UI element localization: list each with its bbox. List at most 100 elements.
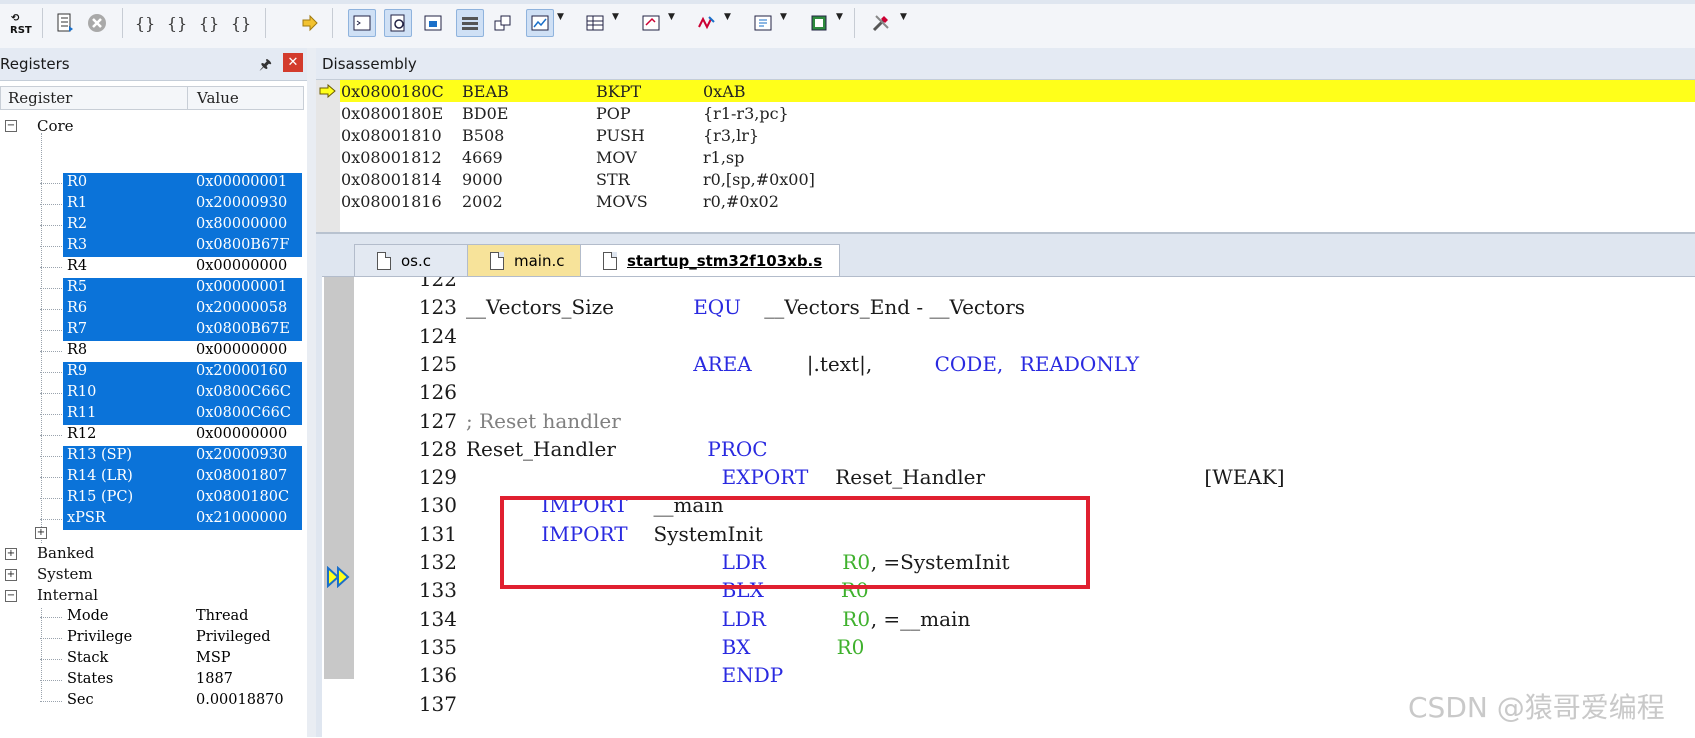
- register-row[interactable]: R10 0x0800C66C: [0, 383, 302, 404]
- register-value[interactable]: 0x00000001: [196, 279, 287, 295]
- disassembly-row[interactable]: 0x08001816 2002 MOVS r0,#0x02: [340, 190, 1695, 212]
- code-line[interactable]: 124: [354, 324, 1695, 352]
- register-value[interactable]: 0x20000058: [196, 300, 287, 316]
- register-row[interactable]: R8 0x00000000: [0, 341, 302, 362]
- close-icon[interactable]: ✕: [283, 53, 303, 72]
- disassembly-row[interactable]: 0x08001814 9000 STR r0,[sp,#0x00]: [340, 168, 1695, 190]
- reset-cpu-button[interactable]: ⟲ RST: [8, 10, 34, 36]
- serial-dropdown-arrow[interactable]: ▼: [668, 12, 675, 22]
- internal-row[interactable]: Privilege Privileged: [0, 628, 302, 649]
- code-line[interactable]: 129 EXPORT Reset_Handler [WEAK]: [354, 465, 1695, 493]
- system-viewer-button[interactable]: [806, 10, 832, 36]
- internal-row[interactable]: Mode Thread: [0, 607, 302, 628]
- disassembly-gutter[interactable]: [316, 80, 340, 232]
- column-value[interactable]: Value: [197, 89, 239, 107]
- register-value[interactable]: 0x00000001: [196, 174, 287, 190]
- watch-dropdown-arrow[interactable]: ▼: [557, 12, 564, 22]
- register-row[interactable]: R12 0x00000000: [0, 425, 302, 446]
- register-value[interactable]: 0x0800B67F: [196, 237, 289, 253]
- call-stack-window-button[interactable]: [490, 10, 516, 36]
- register-value[interactable]: 0x20000930: [196, 195, 287, 211]
- code-line[interactable]: 135 BX R0: [354, 635, 1695, 663]
- column-divider[interactable]: [187, 87, 188, 109]
- register-row[interactable]: R5 0x00000001: [0, 278, 302, 299]
- step-over-button[interactable]: {}: [164, 10, 190, 36]
- code-line[interactable]: 127 ; Reset handler: [354, 409, 1695, 437]
- register-value[interactable]: 0x20000160: [196, 363, 287, 379]
- register-row[interactable]: R2 0x80000000: [0, 215, 302, 236]
- register-row[interactable]: R9 0x20000160: [0, 362, 302, 383]
- internal-row[interactable]: Sec 0.00018870: [0, 691, 302, 712]
- expand-xpsr-icon[interactable]: +: [35, 527, 47, 539]
- run-to-line-button[interactable]: {}: [228, 10, 254, 36]
- register-value[interactable]: 0x80000000: [196, 216, 287, 232]
- step-into-button[interactable]: {}: [132, 10, 158, 36]
- collapse-internal-icon[interactable]: −: [5, 590, 17, 602]
- step-out-button[interactable]: {}: [196, 10, 222, 36]
- disassembly-row[interactable]: 0x0800180C BEAB BKPT 0xAB: [340, 80, 1695, 102]
- code-line[interactable]: 123 __Vectors_Size EQU __Vectors_End - __Ve…: [354, 295, 1695, 323]
- command-window-button[interactable]: [348, 9, 376, 37]
- symbols-window-button[interactable]: [420, 10, 446, 36]
- expand-system-icon[interactable]: +: [5, 569, 17, 581]
- serial-window-button[interactable]: [638, 10, 664, 36]
- register-row[interactable]: R7 0x0800B67E: [0, 320, 302, 341]
- code-line[interactable]: 126: [354, 380, 1695, 408]
- trace-window-button[interactable]: [750, 10, 776, 36]
- register-value[interactable]: 0x0800B67E: [196, 321, 290, 337]
- trace-dropdown-arrow[interactable]: ▼: [780, 12, 787, 22]
- register-value[interactable]: 0x08001807: [196, 468, 287, 484]
- register-value[interactable]: 0x00000000: [196, 342, 287, 358]
- memory-window-button[interactable]: [582, 10, 608, 36]
- group-system[interactable]: System: [37, 565, 93, 583]
- code-line[interactable]: 122: [354, 277, 1695, 295]
- breakpoint-gutter[interactable]: [322, 277, 354, 738]
- register-row[interactable]: R13 (SP) 0x20000930: [0, 446, 302, 467]
- internal-row[interactable]: States 1887: [0, 670, 302, 691]
- pin-icon[interactable]: 🖈: [259, 54, 272, 78]
- register-row[interactable]: R14 (LR) 0x08001807: [0, 467, 302, 488]
- system-viewer-dropdown-arrow[interactable]: ▼: [836, 12, 843, 22]
- analysis-dropdown-arrow[interactable]: ▼: [724, 12, 731, 22]
- registers-window-button[interactable]: [456, 9, 484, 37]
- panel-splitter[interactable]: [307, 48, 316, 737]
- register-row[interactable]: R1 0x20000930: [0, 194, 302, 215]
- expand-banked-icon[interactable]: +: [5, 548, 17, 560]
- disassembly-window-button[interactable]: [384, 9, 412, 37]
- register-row[interactable]: R4 0x00000000: [0, 257, 302, 278]
- column-register[interactable]: Register: [8, 89, 72, 107]
- internal-row[interactable]: Stack MSP: [0, 649, 302, 670]
- disassembly-row[interactable]: 0x08001810 B508 PUSH {r3,lr}: [340, 124, 1695, 146]
- analysis-window-button[interactable]: [694, 10, 720, 36]
- toolbox-dropdown-arrow[interactable]: ▼: [900, 12, 907, 22]
- group-banked[interactable]: Banked: [37, 544, 94, 562]
- tab-startup-file[interactable]: startup_stm32f103xb.s: [580, 244, 840, 276]
- register-value[interactable]: 0x21000000: [196, 510, 287, 526]
- watch-window-button[interactable]: [526, 9, 554, 37]
- register-value[interactable]: 0x00000000: [196, 258, 287, 274]
- register-value[interactable]: 0x20000930: [196, 447, 287, 463]
- disassembly-view[interactable]: 0x0800180C BEAB BKPT 0xAB 0x0800180E BD0E POP {…: [316, 80, 1695, 234]
- register-value[interactable]: 0x00000000: [196, 426, 287, 442]
- register-row[interactable]: R0 0x00000001: [0, 173, 302, 194]
- group-internal[interactable]: Internal: [37, 586, 98, 604]
- toolbox-button[interactable]: [868, 10, 894, 36]
- register-row[interactable]: R3 0x0800B67F: [0, 236, 302, 257]
- stop-button[interactable]: [84, 10, 110, 36]
- run-to-cursor-button[interactable]: [52, 10, 78, 36]
- disassembly-row[interactable]: 0x08001812 4669 MOV r1,sp: [340, 146, 1695, 168]
- show-next-statement-button[interactable]: [297, 10, 323, 36]
- code-line[interactable]: 128 Reset_Handler PROC: [354, 437, 1695, 465]
- register-row[interactable]: R11 0x0800C66C: [0, 404, 302, 425]
- collapse-core-icon[interactable]: −: [5, 120, 17, 132]
- memory-dropdown-arrow[interactable]: ▼: [612, 12, 619, 22]
- group-core[interactable]: Core: [37, 117, 74, 135]
- register-row[interactable]: R6 0x20000058: [0, 299, 302, 320]
- code-line[interactable]: 125 AREA |.text|, CODE, READONLY: [354, 352, 1695, 380]
- code-line[interactable]: 134 LDR R0, =__main: [354, 607, 1695, 635]
- register-value[interactable]: 0x0800C66C: [196, 384, 291, 400]
- register-value[interactable]: 0x0800180C: [196, 489, 289, 505]
- register-row[interactable]: R15 (PC) 0x0800180C: [0, 488, 302, 509]
- disassembly-row[interactable]: 0x0800180E BD0E POP {r1-r3,pc}: [340, 102, 1695, 124]
- register-value[interactable]: 0x0800C66C: [196, 405, 291, 421]
